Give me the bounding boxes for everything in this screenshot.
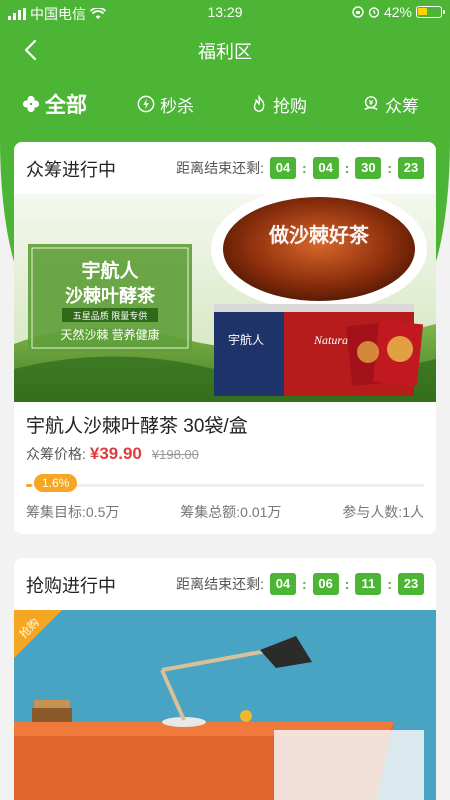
battery-fill bbox=[418, 8, 427, 15]
product-banner-image bbox=[14, 610, 436, 800]
nav-bar: 福利区 bbox=[0, 28, 450, 72]
product-banner-image: 宇航人 沙棘叶酵茶 五星品质 限量专供 天然沙棘 营养健康 做沙棘好茶 宇航人 … bbox=[14, 194, 436, 402]
countdown-label: 距离结束还剩: bbox=[176, 160, 264, 176]
progress-fill bbox=[26, 484, 32, 487]
lightning-icon bbox=[137, 95, 155, 113]
price-label: 众筹价格: bbox=[26, 446, 86, 462]
category-tabs: 全部 秒杀 抢购 众筹 bbox=[0, 86, 450, 122]
countdown-label: 距离结束还剩: bbox=[176, 576, 264, 592]
rotation-lock-icon bbox=[352, 6, 364, 18]
card-title: 抢购进行中 bbox=[26, 576, 116, 596]
countdown-separator: : bbox=[387, 160, 392, 176]
tab-label: 秒杀 bbox=[160, 96, 194, 116]
progress-track bbox=[26, 484, 424, 487]
countdown-separator: : bbox=[301, 576, 307, 592]
product-banner[interactable]: 抢购 bbox=[14, 610, 436, 800]
status-bar: 中国电信 13:29 42% bbox=[0, 0, 450, 24]
countdown-seconds: 23 bbox=[398, 573, 424, 595]
countdown-hours: 06 bbox=[312, 573, 339, 595]
countdown-minutes: 30 bbox=[355, 157, 382, 179]
cup-text: 做沙棘好茶 bbox=[268, 223, 370, 247]
funding-progress: 1.6% bbox=[26, 472, 424, 498]
clover-icon bbox=[22, 95, 40, 113]
page-title: 福利区 bbox=[198, 42, 252, 62]
alarm-icon bbox=[368, 7, 380, 18]
countdown-separator: : bbox=[301, 160, 307, 176]
flame-icon bbox=[253, 95, 265, 112]
participant-count: 参与人数:1人 bbox=[342, 504, 424, 520]
banner-slogan: 天然沙棘 营养健康 bbox=[60, 327, 159, 342]
coin-hand-icon bbox=[364, 96, 378, 111]
countdown: 距离结束还剩: 04 : 06 : 11 : 23 bbox=[176, 573, 424, 595]
tab-label: 抢购 bbox=[273, 96, 307, 116]
original-price: ¥198.00 bbox=[151, 447, 199, 462]
box-brand: 宇航人 bbox=[228, 332, 264, 347]
countdown-days: 04 bbox=[269, 157, 296, 179]
rush-buy-card[interactable]: 抢购进行中 距离结束还剩: 04 : 06 : 11 : 23 抢购 bbox=[14, 558, 436, 800]
battery-percent: 42% bbox=[383, 4, 412, 20]
tab-label: 众筹 bbox=[385, 96, 419, 116]
battery-icon bbox=[416, 6, 445, 18]
funding-total: 筹集总额:0.01万 bbox=[180, 504, 282, 520]
funding-target: 筹集目标:0.5万 bbox=[26, 504, 120, 520]
status-right: 42% bbox=[352, 4, 445, 20]
price-row: 众筹价格: ¥39.90 ¥198.00 bbox=[14, 444, 436, 472]
card-header: 众筹进行中 距离结束还剩: 04 : 04 : 30 : 23 bbox=[14, 142, 436, 194]
card-title: 众筹进行中 bbox=[26, 160, 116, 180]
tab-crowdfunding[interactable]: 众筹 bbox=[362, 86, 419, 122]
countdown-hours: 04 bbox=[312, 157, 339, 179]
countdown-separator: : bbox=[344, 160, 350, 176]
tab-all[interactable]: 全部 bbox=[22, 86, 87, 122]
tab-flash-sale[interactable]: 秒杀 bbox=[137, 86, 194, 122]
card-header: 抢购进行中 距离结束还剩: 04 : 06 : 11 : 23 bbox=[14, 558, 436, 610]
banner-headline-2: 沙棘叶酵茶 bbox=[65, 285, 156, 306]
tab-label: 全部 bbox=[45, 94, 87, 117]
countdown-separator: : bbox=[387, 576, 392, 592]
price: ¥39.90 bbox=[89, 444, 142, 463]
countdown-seconds: 23 bbox=[398, 157, 424, 179]
countdown-days: 04 bbox=[269, 573, 296, 595]
countdown-minutes: 11 bbox=[355, 573, 382, 595]
crowdfunding-card[interactable]: 众筹进行中 距离结束还剩: 04 : 04 : 30 : 23 宇航人 沙棘叶酵… bbox=[14, 142, 436, 534]
product-name[interactable]: 宇航人沙棘叶酵茶 30袋/盒 bbox=[14, 402, 436, 444]
countdown: 距离结束还剩: 04 : 04 : 30 : 23 bbox=[176, 157, 424, 179]
banner-headline: 宇航人 bbox=[81, 259, 139, 282]
countdown-separator: : bbox=[344, 576, 350, 592]
box-brand-2: Natural bbox=[313, 333, 352, 347]
progress-badge: 1.6% bbox=[34, 474, 78, 492]
funding-stats: 筹集目标:0.5万 筹集总额:0.01万 参与人数:1人 bbox=[14, 498, 436, 528]
tab-rush-buy[interactable]: 抢购 bbox=[250, 86, 307, 122]
product-banner[interactable]: 宇航人 沙棘叶酵茶 五星品质 限量专供 天然沙棘 营养健康 做沙棘好茶 宇航人 … bbox=[14, 194, 436, 402]
banner-sub: 五星品质 限量专供 bbox=[73, 310, 148, 321]
